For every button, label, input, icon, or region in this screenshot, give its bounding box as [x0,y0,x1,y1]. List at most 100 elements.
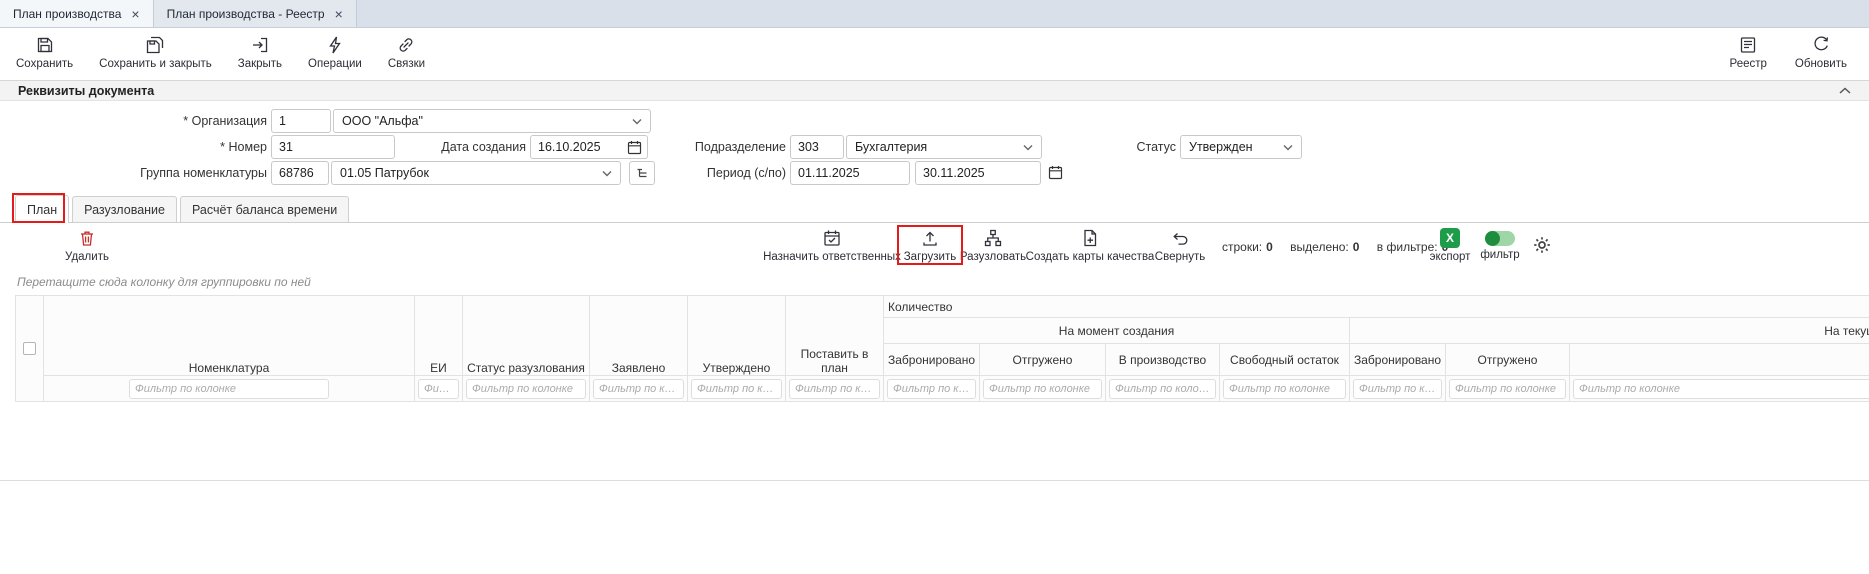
registry-button[interactable]: Реестр [1730,35,1767,70]
create-quality-cards-label: Создать карты качества [1026,251,1155,263]
assign-responsible-button[interactable]: Назначить ответственных [752,228,912,263]
filter-cell [44,376,415,402]
save-and-close-button[interactable]: Сохранить и закрыть [99,35,212,70]
window-tab-plan-registry[interactable]: План производства - Реестр × [154,0,357,27]
column-header-in-production[interactable]: В производство [1106,344,1220,376]
main-toolbar-left: Сохранить Сохранить и закрыть Закрыть Оп… [16,35,425,70]
period-from-field[interactable] [790,161,910,185]
organization-select[interactable]: ООО "Альфа" [333,109,651,133]
column-header-approved[interactable]: Утверждено [688,296,786,376]
column-header-nomenclature[interactable]: Номенклатура [44,296,415,376]
explode-button[interactable]: Разузловать [954,228,1032,263]
filter-input-reserved-current[interactable] [1353,379,1442,399]
tab-time-balance[interactable]: Расчёт баланса времени [180,196,349,222]
toggle-knob [1485,231,1500,246]
filter-input-in-production[interactable] [1109,379,1216,399]
filter-input-reserved-creation[interactable] [887,379,976,399]
column-header-offscreen [1570,344,1869,376]
filter-toggle[interactable] [1485,231,1515,246]
collapse-section-icon[interactable] [1839,87,1851,94]
explode-label: Разузловать [960,251,1026,263]
tab-plan-label: План [27,203,57,217]
column-header-explode-status[interactable]: Статус разузлования [463,296,590,376]
department-label: Подразделение [610,135,786,159]
tab-plan[interactable]: План [15,195,69,223]
tab-time-balance-label: Расчёт баланса времени [192,203,337,217]
save-icon [35,35,55,55]
filter-input-shipped-creation[interactable] [983,379,1102,399]
refresh-button[interactable]: Обновить [1795,35,1847,70]
filter-input-requested[interactable] [593,379,684,399]
export-excel-button[interactable]: X экспорт [1422,228,1478,263]
assign-responsible-label: Назначить ответственных [763,251,901,263]
window-tab-plan[interactable]: План производства × [0,0,154,27]
filter-input-nomenclature[interactable] [129,379,329,399]
close-tab-icon[interactable]: × [335,7,343,21]
close-tab-icon[interactable]: × [131,7,139,21]
period-calendar-icon[interactable] [1048,165,1063,180]
group-header-on-current: На текущий момент [1350,318,1869,344]
collapse-label: Свернуть [1155,251,1205,263]
selected-counter-value: 0 [1353,240,1360,254]
filter-input-unit[interactable] [418,379,459,399]
delete-button[interactable]: Удалить [54,228,120,263]
column-header-requested[interactable]: Заявлено [590,296,688,376]
export-label: экспорт [1430,251,1471,263]
collapse-button[interactable]: Свернуть [1150,228,1210,263]
nomenclature-group-code-field[interactable] [271,161,329,185]
plan-grid: Номенклатура ЕИ Статус разузлования Заяв… [15,295,1869,402]
column-header-reserved-creation[interactable]: Забронировано [884,344,980,376]
nomenclature-group-value: 01.05 Патрубок [340,166,429,180]
rows-counter-value: 0 [1266,240,1273,254]
refresh-icon [1811,35,1831,55]
save-button[interactable]: Сохранить [16,35,73,70]
column-header-reserved-current[interactable]: Забронировано [1350,344,1446,376]
organization-code-field[interactable] [271,109,331,133]
plan-panel: Удалить Назначить ответственных Загрузит… [0,223,1869,481]
filter-cell [688,376,786,402]
groupby-drop-zone[interactable]: Перетащите сюда колонку для группировки … [17,275,311,289]
save-and-close-label: Сохранить и закрыть [99,58,212,70]
operations-label: Операции [308,58,362,70]
column-header-shipped-current[interactable]: Отгружено [1446,344,1570,376]
calendar-check-icon [822,228,842,248]
filter-input-explode-status[interactable] [466,379,586,399]
grid-counters: строки:0 выделено:0 в фильтре:0 [1222,240,1448,254]
period-to-field[interactable] [915,161,1041,185]
chevron-down-icon [1283,144,1293,151]
status-select[interactable]: Утвержден [1180,135,1302,159]
filter-input-approved[interactable] [691,379,782,399]
tab-explode[interactable]: Разузлование [72,196,177,222]
filter-input-shipped-current[interactable] [1449,379,1566,399]
close-button[interactable]: Закрыть [238,35,282,70]
tab-explode-label: Разузлование [84,203,165,217]
filter-cell [1220,376,1350,402]
department-code-field[interactable] [790,135,844,159]
filter-input-offscreen[interactable] [1573,379,1869,399]
organization-label: * Организация [20,109,267,133]
filter-cell [1446,376,1570,402]
column-header-put-in-plan[interactable]: Поставить в план [786,296,884,376]
create-quality-cards-button[interactable]: Создать карты качества [1022,228,1158,263]
select-all-checkbox[interactable] [23,342,36,355]
grid-settings-button[interactable] [1528,235,1556,255]
filter-input-put-in-plan[interactable] [789,379,880,399]
column-header-shipped-creation[interactable]: Отгружено [980,344,1106,376]
trash-icon [77,228,97,248]
column-header-free-balance[interactable]: Свободный остаток [1220,344,1350,376]
window-tab-bar: План производства × План производства - … [0,0,1869,28]
nomenclature-group-select[interactable]: 01.05 Патрубок [331,161,621,185]
undo-arrow-icon [1170,228,1190,248]
load-button[interactable]: Загрузить [900,228,960,263]
column-header-unit[interactable]: ЕИ [415,296,463,376]
link-icon [396,35,416,55]
nomenclature-group-label: Группа номенклатуры [20,161,267,185]
filter-cell [590,376,688,402]
requisites-title: Реквизиты документа [18,84,154,98]
exit-icon [250,35,270,55]
load-label: Загрузить [904,251,957,263]
links-button[interactable]: Связки [388,35,425,70]
filter-input-free-balance[interactable] [1223,379,1346,399]
filter-toggle-button[interactable]: фильтр [1476,228,1524,261]
operations-button[interactable]: Операции [308,35,362,70]
